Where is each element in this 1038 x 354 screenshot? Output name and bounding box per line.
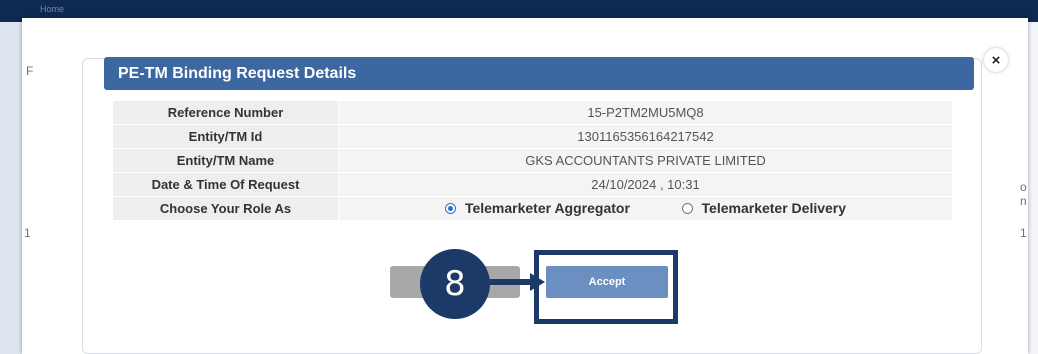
background-text-fragment: 1 [1020, 226, 1027, 240]
highlight-frame [534, 250, 678, 324]
close-icon: × [991, 51, 1001, 69]
radio-checked-icon[interactable] [444, 202, 456, 214]
background-title: Home [40, 4, 65, 14]
role-option-delivery[interactable]: Telemarketer Delivery [681, 200, 847, 217]
details-table: Reference Number 15-P2TM2MU5MQ8 Entity/T… [113, 101, 952, 221]
close-button[interactable]: × [984, 48, 1008, 72]
dialog-header: PE-TM Binding Request Details [104, 57, 974, 90]
table-row: Reference Number 15-P2TM2MU5MQ8 [113, 101, 952, 125]
entity-name-label: Entity/TM Name [113, 148, 339, 173]
table-row: Entity/TM Name GKS ACCOUNTANTS PRIVATE L… [113, 148, 952, 173]
entity-id-label: Entity/TM Id [113, 124, 339, 149]
reference-number-value: 15-P2TM2MU5MQ8 [338, 101, 952, 125]
role-option-aggregator[interactable]: Telemarketer Aggregator [444, 200, 630, 217]
dialog-title: PE-TM Binding Request Details [118, 65, 357, 82]
table-row: Choose Your Role As Telemarketer Aggrega… [113, 196, 952, 221]
entity-name-value: GKS ACCOUNTANTS PRIVATE LIMITED [338, 148, 952, 173]
role-options: Telemarketer Aggregator Telemarketer Del… [338, 196, 952, 221]
role-option-label: Telemarketer Aggregator [464, 200, 630, 217]
table-row: Date & Time Of Request 24/10/2024 , 10:3… [113, 172, 952, 197]
role-option-label: Telemarketer Delivery [701, 200, 847, 217]
step-number-badge: 8 [420, 249, 490, 319]
radio-unchecked-icon[interactable] [681, 202, 693, 214]
role-label: Choose Your Role As [113, 196, 339, 221]
background-page-left [0, 22, 22, 354]
table-row: Entity/TM Id 1301165356164217542 [113, 124, 952, 149]
background-text-fragment: 1 [24, 226, 31, 240]
background-text-fragment: n [1020, 194, 1027, 208]
background-page-right [1028, 22, 1038, 354]
background-text-fragment: F [26, 64, 34, 78]
entity-id-value: 1301165356164217542 [338, 124, 952, 149]
pointer-arrow-icon [488, 273, 545, 291]
background-text-fragment: o [1020, 180, 1027, 194]
request-datetime-label: Date & Time Of Request [113, 172, 339, 197]
request-datetime-value: 24/10/2024 , 10:31 [338, 172, 952, 197]
reference-number-label: Reference Number [113, 101, 339, 125]
